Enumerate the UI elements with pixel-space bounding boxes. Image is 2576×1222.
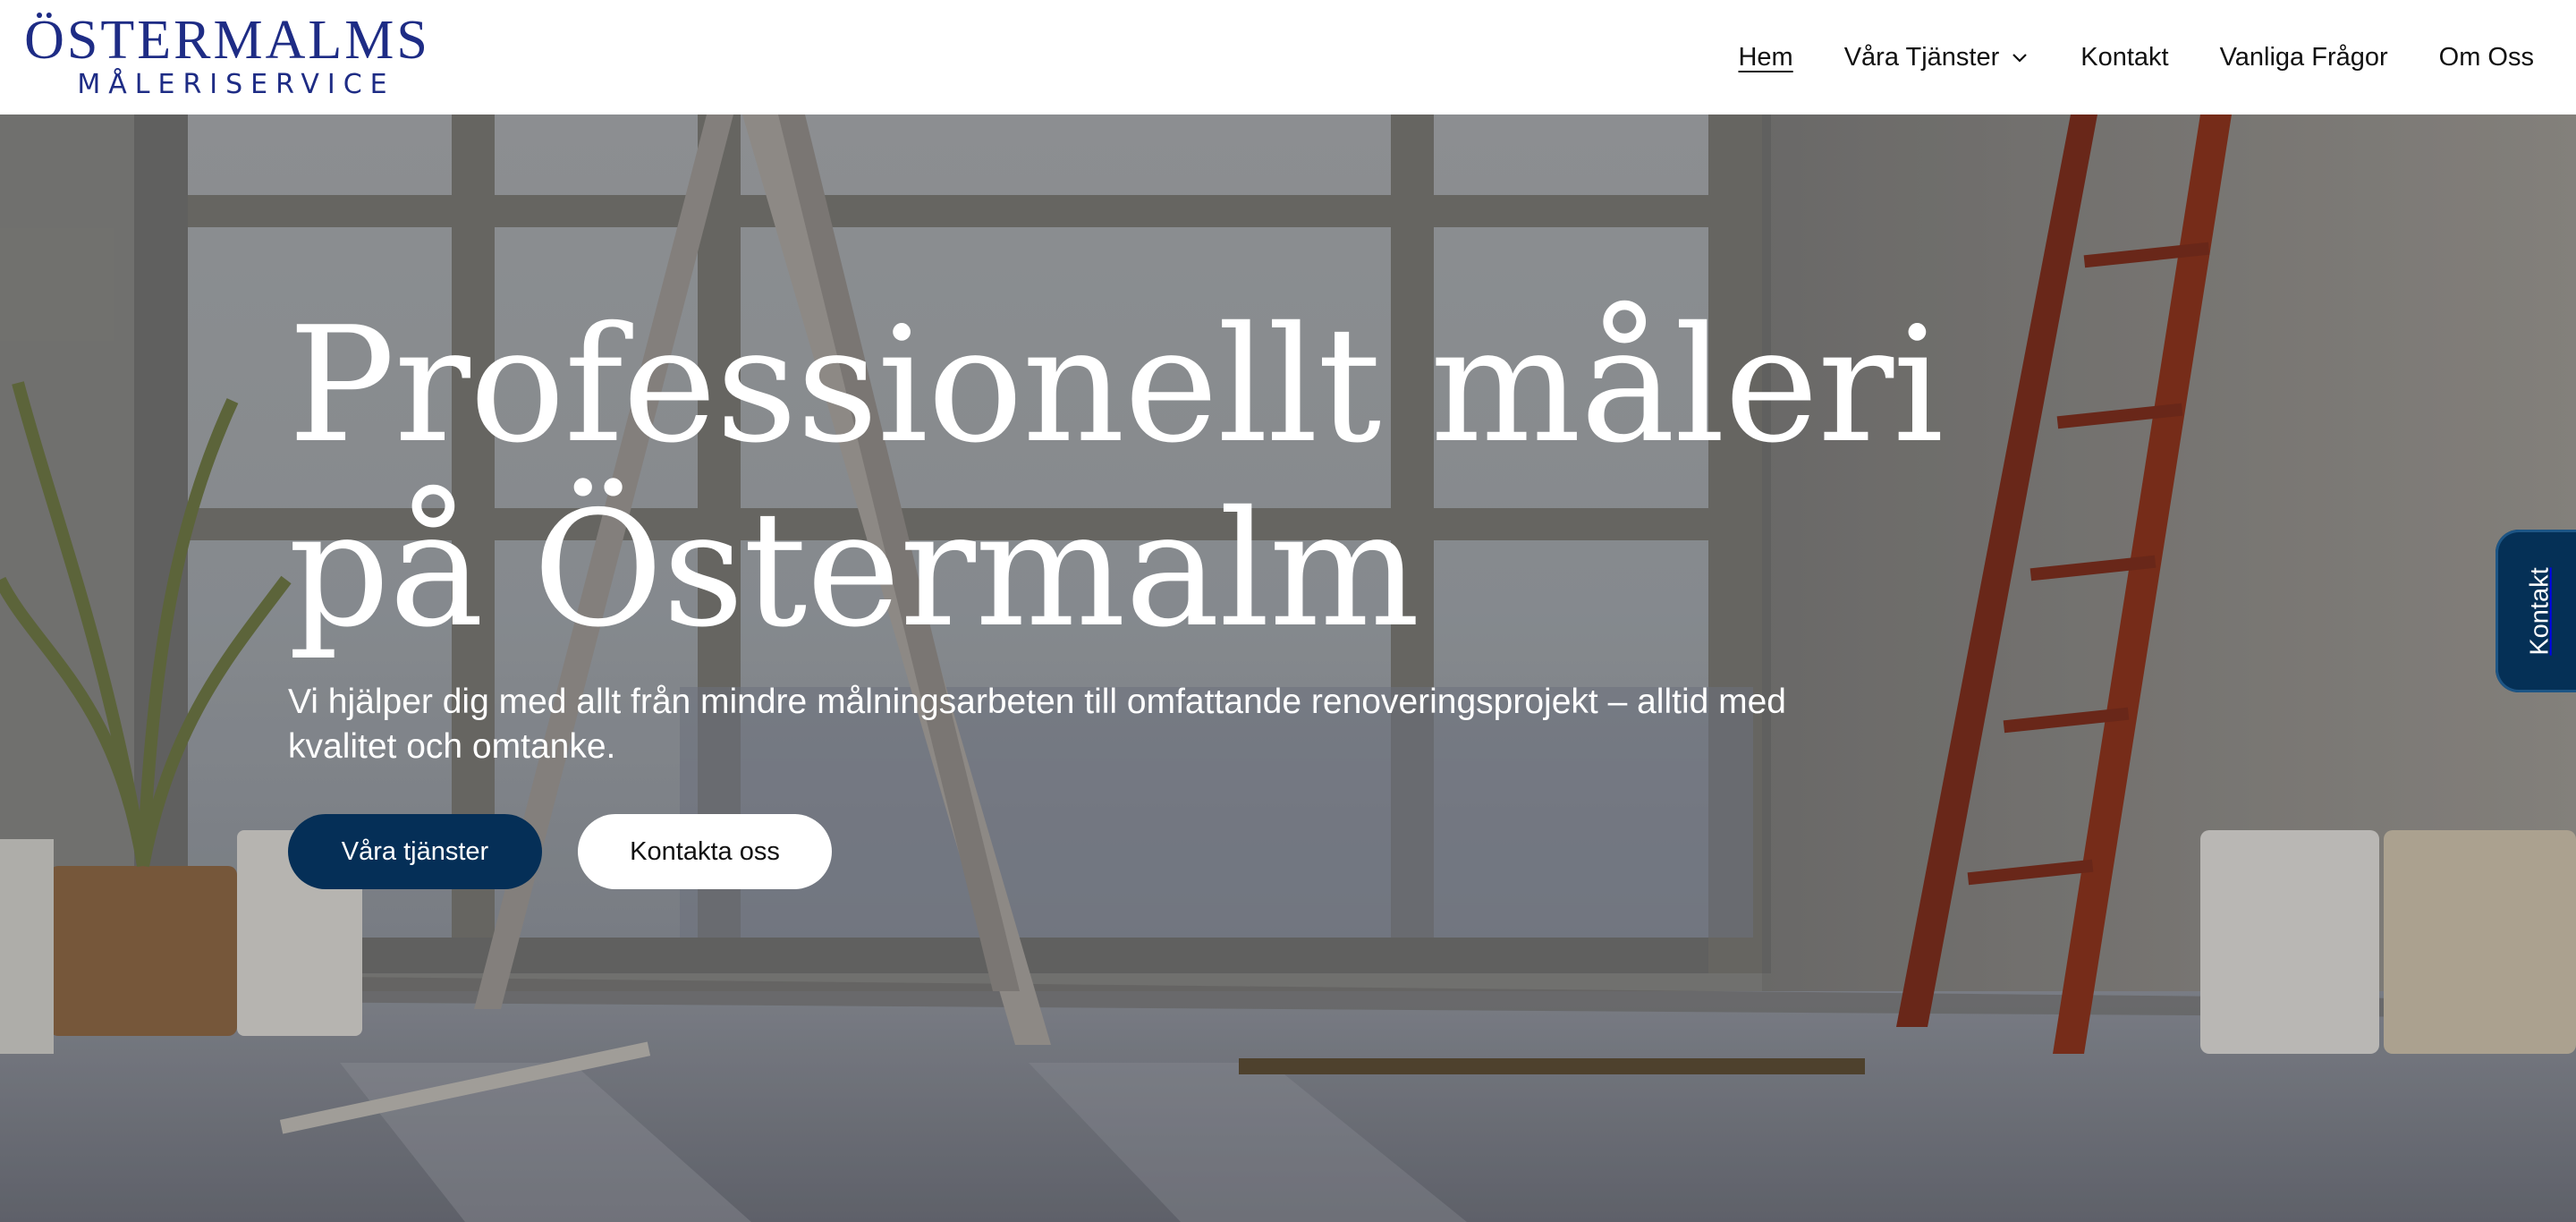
vara-tjanster-button[interactable]: Våra tjänster bbox=[288, 814, 542, 889]
nav-item-kontakt[interactable]: Kontakt bbox=[2080, 43, 2168, 72]
nav-item-label: Våra Tjänster bbox=[1843, 42, 2000, 72]
hero-buttons: Våra tjänster Kontakta oss bbox=[288, 814, 1987, 889]
main-nav: Hem Våra Tjänster Kontakt Vanliga Frågor… bbox=[1738, 0, 2534, 115]
nav-item-vanliga-fragor[interactable]: Vanliga Frågor bbox=[2220, 43, 2388, 72]
site-header: ÖSTERMALMS MÅLERISERVICE Hem Våra Tjänst… bbox=[0, 0, 2576, 115]
logo-main-text: ÖSTERMALMS bbox=[24, 10, 430, 71]
nav-item-om-oss[interactable]: Om Oss bbox=[2439, 43, 2534, 72]
chevron-down-icon bbox=[2012, 54, 2028, 63]
side-contact-tab-label: Kontakt bbox=[2525, 566, 2555, 656]
hero-title-line-2: på Östermalm bbox=[288, 477, 1420, 662]
kontakta-oss-button[interactable]: Kontakta oss bbox=[578, 814, 832, 889]
hero-content: Professionellt måleri på Östermalm Vi hj… bbox=[288, 293, 1987, 889]
logo-sub-text: MÅLERISERVICE bbox=[77, 69, 395, 100]
logo[interactable]: ÖSTERMALMS MÅLERISERVICE bbox=[21, 11, 433, 104]
hero-section: Professionellt måleri på Östermalm Vi hj… bbox=[0, 115, 2576, 1222]
nav-item-hem[interactable]: Hem bbox=[1738, 43, 1792, 72]
hero-title: Professionellt måleri på Östermalm bbox=[288, 293, 1987, 662]
hero-title-line-1: Professionellt måleri bbox=[288, 293, 1944, 478]
hero-description: Vi hjälper dig med allt från mindre måln… bbox=[288, 683, 1787, 766]
side-contact-tab[interactable]: Kontakt bbox=[2496, 530, 2576, 692]
nav-item-vara-tjanster[interactable]: Våra Tjänster bbox=[1844, 43, 2030, 72]
